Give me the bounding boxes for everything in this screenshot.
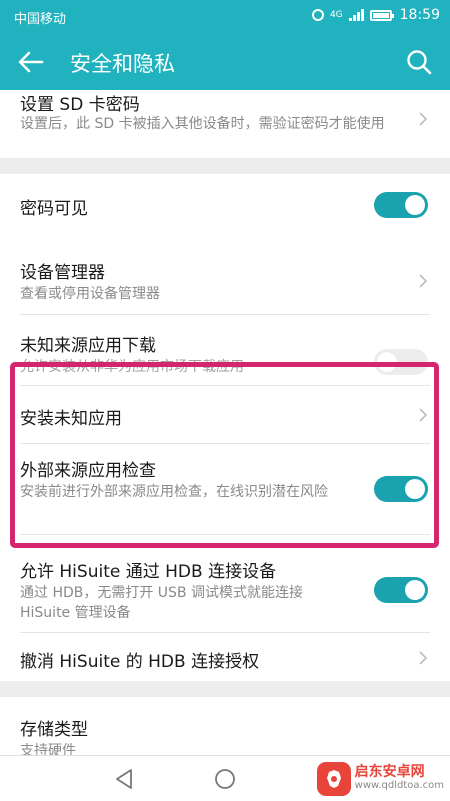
settings-list: 设置 SD 卡密码 设置后，此 SD 卡被插入其他设备时，需验证密码才能使用 密… bbox=[0, 90, 450, 755]
hisuite-hdb-toggle[interactable] bbox=[374, 577, 428, 603]
watermark-name: 启东安卓网 bbox=[354, 764, 425, 780]
setting-title: 撤消 HiSuite 的 HDB 连接授权 bbox=[20, 652, 260, 672]
chevron-right-icon bbox=[419, 651, 428, 665]
back-triangle-icon[interactable] bbox=[110, 764, 140, 794]
setting-device-admin[interactable]: 设备管理器 查看或停用设备管理器 bbox=[0, 236, 450, 314]
setting-title: 允许 HiSuite 通过 HDB 连接设备 bbox=[20, 562, 277, 582]
network-type-icon: 4G bbox=[329, 10, 343, 20]
watermark-text: 启东安卓网 www.qdldtoa.com bbox=[355, 765, 444, 793]
setting-title: 设置 SD 卡密码 bbox=[20, 95, 140, 115]
setting-external-app-check[interactable]: 外部来源应用检查 安装前进行外部来源应用检查，在线识别潜在风险 bbox=[0, 444, 450, 534]
home-circle-icon[interactable] bbox=[210, 764, 240, 794]
setting-sd-password[interactable]: 设置 SD 卡密码 设置后，此 SD 卡被插入其他设备时，需验证密码才能使用 bbox=[0, 90, 450, 158]
chevron-right-icon bbox=[419, 112, 428, 126]
chevron-right-icon bbox=[419, 408, 428, 422]
group-sd: 设置 SD 卡密码 设置后，此 SD 卡被插入其他设备时，需验证密码才能使用 bbox=[0, 90, 450, 158]
setting-title: 密码可见 bbox=[20, 199, 88, 219]
setting-title: 未知来源应用下载 bbox=[20, 336, 156, 356]
setting-subtitle: 支持硬件 bbox=[20, 743, 76, 755]
setting-subtitle: 查看或停用设备管理器 bbox=[20, 286, 160, 302]
watermark-url: www.qdldtoa.com bbox=[354, 780, 444, 791]
setting-subtitle: 通过 HDB，无需打开 USB 调试模式就能连接 HiSuite 管理设备 bbox=[20, 585, 304, 621]
carrier-label: 中国移动 bbox=[14, 12, 67, 27]
password-visible-toggle[interactable] bbox=[374, 192, 428, 218]
signal-icon bbox=[348, 9, 364, 21]
status-bar: 中国移动 4G 18:59 bbox=[0, 0, 450, 32]
external-check-toggle[interactable] bbox=[374, 476, 428, 502]
status-icons: 4G 18:59 bbox=[311, 7, 440, 23]
setting-subtitle: 允许安装从非华为应用市场下载应用 bbox=[20, 359, 244, 375]
setting-unknown-sources[interactable]: 未知来源应用下载 允许安装从非华为应用市场下载应用 bbox=[0, 315, 450, 385]
setting-install-unknown-apps[interactable]: 安装未知应用 bbox=[0, 386, 450, 443]
group-security: 设备管理器 查看或停用设备管理器 未知来源应用下载 允许安装从非华为应用市场下载… bbox=[0, 236, 450, 681]
setting-hisuite-hdb[interactable]: 允许 HiSuite 通过 HDB 连接设备 通过 HDB，无需打开 USB 调… bbox=[0, 535, 450, 621]
search-icon[interactable] bbox=[402, 45, 436, 79]
setting-subtitle: 设置后，此 SD 卡被插入其他设备时，需验证密码才能使用 bbox=[20, 116, 385, 132]
battery-icon bbox=[369, 9, 394, 21]
group-password: 密码可见 bbox=[0, 174, 450, 236]
group-storage: 存储类型 支持硬件 bbox=[0, 697, 450, 755]
watermark: 启东安卓网 www.qdldtoa.com bbox=[316, 762, 444, 796]
app-bar: 安全和隐私 bbox=[0, 32, 450, 90]
setting-revoke-hdb[interactable]: 撤消 HiSuite 的 HDB 连接授权 bbox=[0, 633, 450, 681]
chevron-right-icon bbox=[419, 274, 428, 288]
setting-title: 设备管理器 bbox=[20, 263, 105, 283]
watermark-logo-icon bbox=[316, 762, 351, 796]
setting-title: 外部来源应用检查 bbox=[20, 461, 156, 481]
unknown-sources-toggle[interactable] bbox=[374, 349, 428, 375]
setting-title: 安装未知应用 bbox=[20, 409, 122, 429]
setting-subtitle: 安装前进行外部来源应用检查，在线识别潜在风险 bbox=[20, 484, 328, 500]
back-arrow-icon[interactable] bbox=[14, 45, 48, 79]
alarm-icon bbox=[311, 9, 324, 21]
setting-title: 存储类型 bbox=[20, 720, 88, 740]
clock: 18:59 bbox=[399, 7, 440, 23]
setting-storage-type[interactable]: 存储类型 支持硬件 bbox=[0, 697, 450, 755]
page-title: 安全和隐私 bbox=[70, 52, 175, 76]
setting-password-visible[interactable]: 密码可见 bbox=[0, 174, 450, 236]
